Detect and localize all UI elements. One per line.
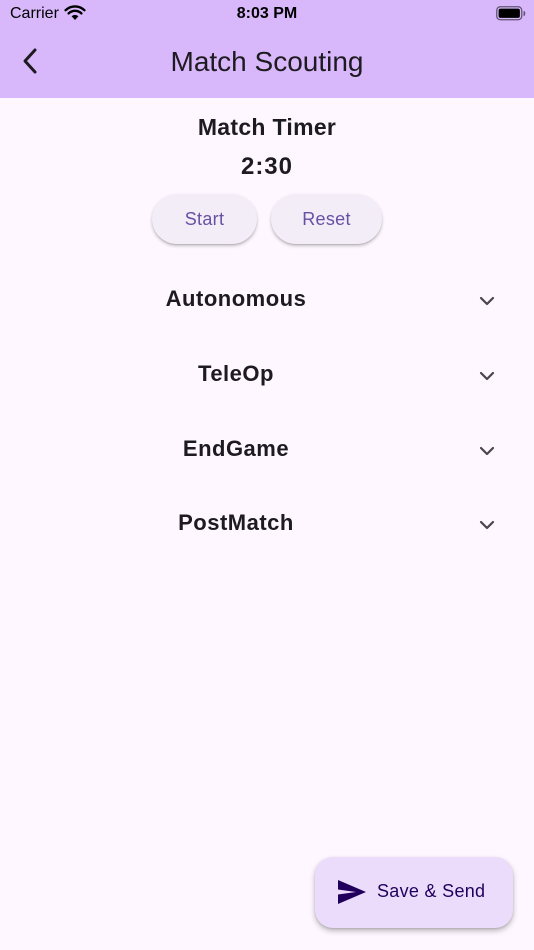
section-label: Autonomous [165,286,307,311]
page-title: Match Scouting [170,46,364,77]
section-teleop[interactable]: TeleOp [0,346,534,406]
section-postmatch[interactable]: PostMatch [0,495,534,555]
chevron-down-icon [478,516,496,534]
section-endgame[interactable]: EndGame [0,421,534,481]
start-button[interactable]: Start [152,194,257,244]
fab-label: Save & Send [377,881,486,901]
app-bar: Match Scouting [0,28,534,98]
chevron-down-icon [478,442,496,460]
timer-value: 2:30 [240,153,294,180]
chevron-down-icon [478,292,496,310]
battery-icon [496,6,526,26]
section-autonomous[interactable]: Autonomous [0,271,534,331]
send-icon [337,879,367,910]
reset-button[interactable]: Reset [271,194,382,244]
timer-label: Match Timer [197,114,337,140]
status-bar: Carrier 8:03 PM [0,0,534,28]
section-label: EndGame [182,436,290,461]
status-time: 8:03 PM [236,5,298,22]
section-label: TeleOp [198,361,274,386]
section-label: PostMatch [178,510,294,535]
chevron-down-icon [478,367,496,385]
save-and-send-button[interactable]: Save & Send [315,857,513,928]
